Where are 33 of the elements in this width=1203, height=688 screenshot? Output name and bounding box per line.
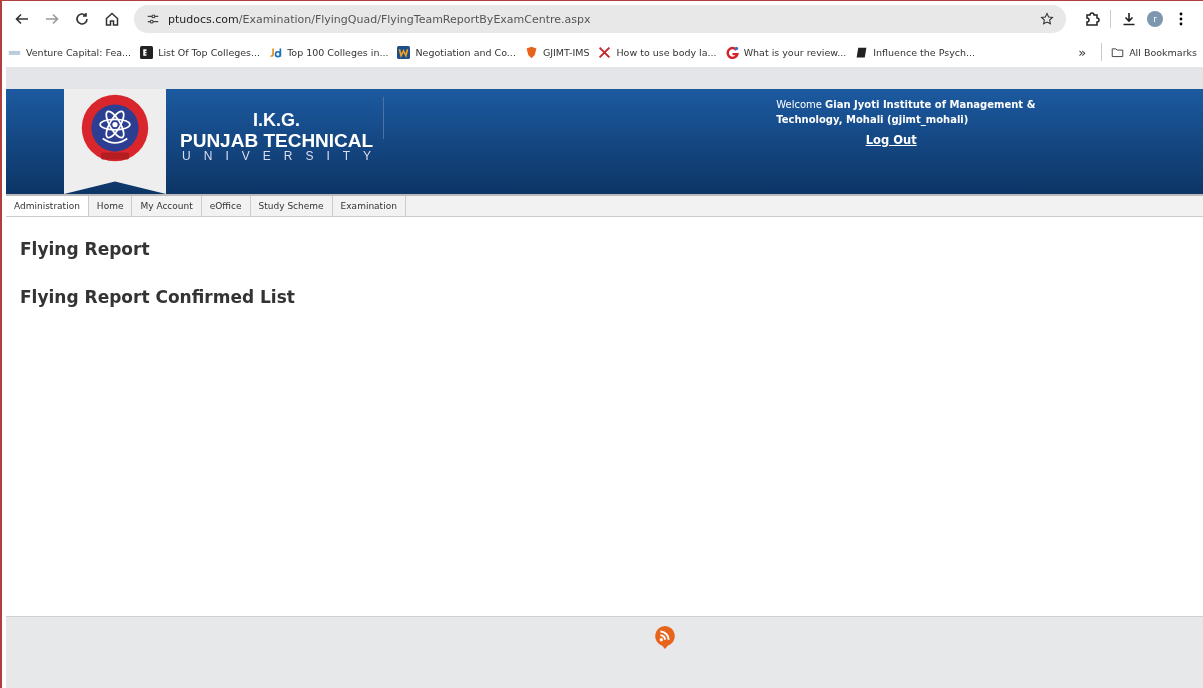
nav-tab[interactable]: My Account [132,196,202,216]
nav-tab[interactable]: Examination [332,196,406,216]
bookmark-item[interactable]: Influence the Psych... [855,45,976,59]
nav-tab[interactable]: eOffice [201,196,251,216]
shield-icon [524,45,538,59]
bookmark-item[interactable]: GJIMT-IMS [524,45,590,59]
emblem-drawing [80,93,150,163]
all-bookmarks-button[interactable]: All Bookmarks [1111,45,1197,59]
more-bookmarks-button[interactable]: » [1072,44,1093,60]
bookmark-item[interactable]: Top 100 Colleges in... [269,45,389,59]
rss-icon[interactable] [653,625,676,649]
cross-icon [598,45,612,59]
site-settings-icon[interactable] [146,12,160,26]
folder-icon [1111,45,1125,59]
logo-title: PUNJAB TECHNICAL [180,131,374,150]
section-heading: Flying Report Confirmed List [20,287,296,307]
bookmark-item[interactable]: List Of Top Colleges... [140,45,261,59]
logout-link[interactable]: Log Out [865,133,917,148]
bookmark-item[interactable]: How to use body la... [598,45,717,59]
logo-subtitle: UNIVERSITY [182,150,385,162]
bookmark-item[interactable]: Venture Capital: Fea... [8,45,132,59]
nav-tab[interactable]: Study Scheme [250,196,333,216]
welcome-text: Welcome Gian Jyoti Institute of Management & Technology, Mohali (gjimt_mohali) [776,98,1037,127]
nav-tab[interactable]: Home [88,196,133,216]
url-text: ptudocs.com/Examination/FlyingQuad/FlyingTeamReportByExamCentre.aspx [168,12,592,26]
book-icon [855,45,869,59]
nav-tab[interactable]: Administration [6,196,89,216]
star-icon[interactable] [1040,12,1054,26]
bookmark-item[interactable]: What is your review... [725,45,847,59]
section-heading: Flying Report [20,239,151,259]
address-bar[interactable]: ptudocs.com/Examination/FlyingQuad/FlyingTeamReportByExamCentre.aspx [134,5,1066,33]
bookmark-item[interactable]: Negotiation and Co... [397,45,516,59]
logo-title: I.K.G. [253,111,301,129]
